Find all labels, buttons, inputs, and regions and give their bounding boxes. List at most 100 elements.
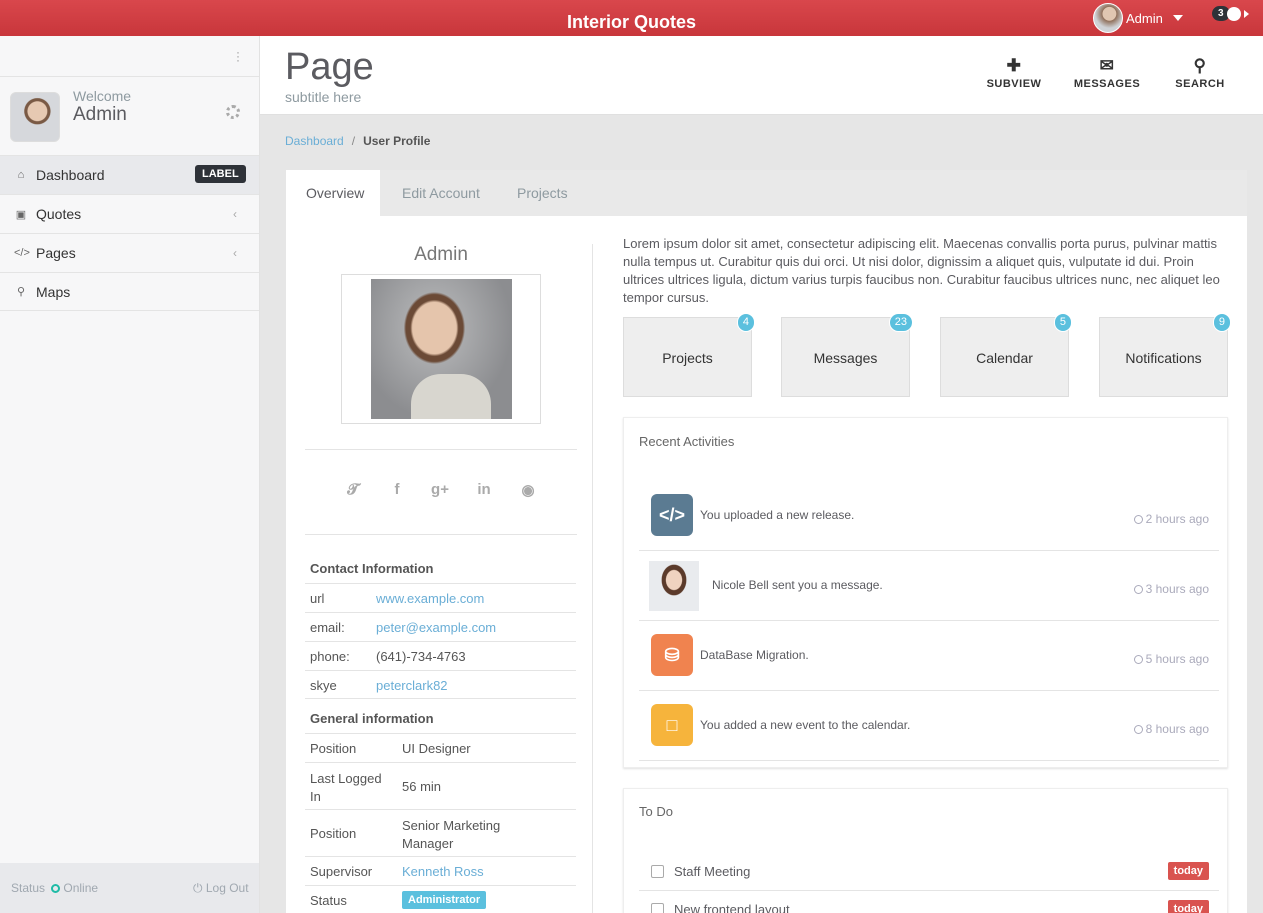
general-key: Last Logged In (310, 771, 382, 804)
google-plus-icon[interactable]: g+ (430, 481, 450, 498)
general-info-title: General information (310, 711, 434, 726)
stat-label: Messages (813, 350, 878, 366)
sidebar-badge: LABEL (195, 165, 246, 183)
todo-item[interactable]: New frontend layout today (639, 891, 1219, 913)
clock-icon (1133, 515, 1143, 524)
linkedin-icon[interactable]: in (474, 481, 494, 498)
todo-item[interactable]: Staff Meeting today (639, 853, 1219, 891)
subview-button[interactable]: ✚ SUBVIEW (969, 56, 1059, 90)
activity-text: Nicole Bell sent you a message. (712, 578, 883, 592)
facebook-icon[interactable]: f (387, 481, 407, 498)
activity-item[interactable]: ⛁ DataBase Migration. 5 hours ago (639, 621, 1219, 691)
user-menu[interactable]: Admin (1093, 3, 1183, 33)
messages-button[interactable]: ✉ MESSAGES (1062, 56, 1152, 90)
sidebar-item-pages[interactable]: </> Pages ‹ (0, 233, 259, 272)
activity-item[interactable]: □ You added a new event to the calendar.… (639, 691, 1219, 761)
contact-email-link[interactable]: peter@example.com (376, 620, 496, 635)
page-title: Page (285, 46, 374, 88)
chevron-down-icon (1172, 15, 1183, 21)
gear-icon[interactable] (226, 105, 240, 119)
general-value: UI Designer (402, 741, 471, 756)
github-icon[interactable]: ◉ (518, 481, 538, 499)
twitter-icon[interactable]: 𝓣 (343, 481, 363, 498)
tab-overview[interactable]: Overview (286, 170, 380, 216)
chevron-right-icon (1243, 9, 1249, 18)
todo-badge: today (1167, 900, 1209, 913)
subview-label: SUBVIEW (986, 78, 1042, 90)
code-icon: </> (14, 247, 30, 259)
notifications-toggle[interactable]: 3 (1212, 6, 1249, 21)
todo-checkbox[interactable] (651, 903, 664, 913)
status-indicator: Status Online (11, 881, 98, 895)
todo-checkbox[interactable] (651, 865, 664, 878)
tab-projects[interactable]: Projects (497, 170, 588, 216)
card-title: To Do (639, 804, 673, 819)
contact-row-url: url www.example.com (305, 583, 576, 612)
clock-icon (1133, 725, 1143, 734)
more-vertical-icon[interactable]: · · · (236, 46, 240, 66)
todo-text: New frontend layout (674, 902, 790, 913)
page-subtitle: subtitle here (285, 89, 362, 105)
stat-notifications[interactable]: Notifications 9 (1099, 313, 1231, 397)
online-status-icon (51, 884, 61, 893)
contact-phone: (641)-734-4763 (376, 649, 466, 664)
general-key: Position (310, 826, 357, 841)
map-marker-icon: ⚲ (16, 286, 26, 298)
contact-key: email: (310, 620, 345, 635)
avatar (10, 92, 60, 142)
activity-item[interactable]: </> You uploaded a new release. 2 hours … (639, 481, 1219, 551)
search-label: SEARCH (1175, 78, 1225, 90)
stat-calendar[interactable]: Calendar 5 (940, 313, 1072, 397)
profile-name: Admin (414, 244, 468, 265)
user-avatar (1093, 3, 1123, 33)
sidebar-item-quotes[interactable]: ▣ Quotes ‹ (0, 194, 259, 233)
envelope-icon: ✉ (1099, 56, 1115, 75)
activity-text: DataBase Migration. (700, 648, 809, 662)
chevron-left-icon: ‹ (233, 246, 237, 260)
general-row-position: Position UI Designer (305, 733, 576, 762)
logout-label: Log Out (205, 881, 249, 895)
sidebar-item-label: Quotes (36, 206, 82, 222)
breadcrumb-separator: / (351, 134, 356, 148)
todo-badge: today (1167, 862, 1209, 880)
general-key: Supervisor (310, 864, 373, 879)
top-bar: Interior Quotes Admin 3 (0, 0, 1263, 36)
contact-key: phone: (310, 649, 350, 664)
database-icon: ⛁ (651, 634, 693, 676)
supervisor-link[interactable]: Kenneth Ross (402, 864, 484, 879)
contact-key: skye (310, 678, 337, 693)
contact-skype-link[interactable]: peterclark82 (376, 678, 448, 693)
stat-messages[interactable]: Messages 23 (781, 313, 913, 397)
divider (0, 76, 259, 77)
sidebar-footer: Status Online ⏻ Log Out (0, 863, 259, 913)
activity-text: You added a new event to the calendar. (700, 718, 911, 732)
breadcrumb-current: User Profile (363, 134, 431, 148)
overview-text: Lorem ipsum dolor sit amet, consectetur … (623, 236, 1220, 305)
breadcrumb-link-dashboard[interactable]: Dashboard (285, 134, 344, 148)
calendar-icon: □ (651, 704, 693, 746)
clock-icon (1133, 655, 1143, 664)
status-badge: Administrator (402, 891, 487, 909)
stat-projects[interactable]: Projects 4 (623, 313, 755, 397)
sidebar-item-maps[interactable]: ⚲ Maps (0, 272, 259, 311)
sidebar-item-dashboard[interactable]: ⌂ Dashboard LABEL (0, 155, 259, 194)
contact-row-email: email: peter@example.com (305, 612, 576, 641)
todo-text: Staff Meeting (674, 864, 751, 879)
clock-icon (1133, 585, 1143, 594)
contact-url-link[interactable]: www.example.com (376, 591, 484, 606)
contact-key: url (310, 591, 325, 606)
sidebar-item-label: Maps (36, 283, 71, 300)
divider (305, 449, 577, 450)
code-icon: </> (651, 494, 693, 536)
contact-row-phone: phone: (641)-734-4763 (305, 641, 576, 670)
power-icon: ⏻ (193, 881, 203, 895)
tab-edit-account[interactable]: Edit Account (382, 170, 500, 216)
welcome-text: Welcome (73, 88, 132, 104)
desktop-icon: ▣ (15, 208, 27, 221)
contact-row-skype: skye peterclark82 (305, 670, 576, 699)
general-row-position-2: Position Senior Marketing Manager (305, 809, 576, 856)
search-button[interactable]: ⚲ SEARCH (1155, 56, 1245, 90)
activity-item[interactable]: Nicole Bell sent you a message. 3 hours … (639, 551, 1219, 621)
logout-button[interactable]: ⏻ Log Out (193, 881, 249, 896)
stat-label: Calendar (976, 350, 1033, 366)
